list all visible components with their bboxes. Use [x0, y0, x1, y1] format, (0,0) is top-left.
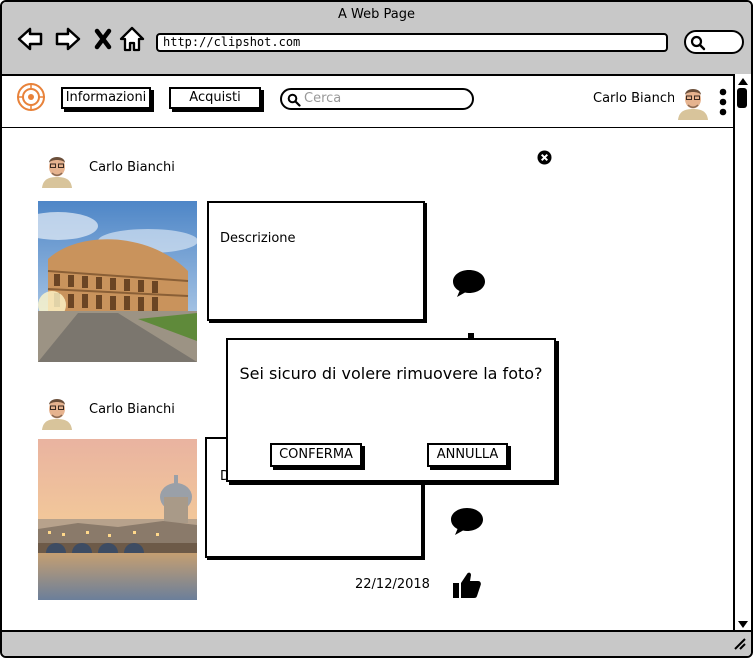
scroll-up-icon[interactable]	[737, 76, 749, 86]
stop-x-icon[interactable]	[92, 24, 120, 54]
confirm-button[interactable]: CONFERMA	[270, 443, 362, 467]
nav-informazioni-button[interactable]: Informazioni	[61, 87, 151, 109]
post-description: Descrizione	[220, 231, 296, 246]
back-arrow-icon[interactable]	[16, 24, 44, 54]
colosseum-photo	[38, 201, 197, 362]
confirm-remove-dialog: Sei sicuro di volere rimuovere la foto? …	[226, 338, 556, 482]
vertical-dots-icon[interactable]	[718, 88, 728, 116]
scroll-thumb[interactable]	[737, 88, 747, 108]
search-placeholder: Cerca	[304, 91, 342, 106]
speech-bubble-icon[interactable]	[450, 506, 484, 536]
vertical-scrollbar[interactable]	[733, 74, 751, 634]
search-input[interactable]: Cerca	[280, 88, 474, 110]
post-avatar[interactable]	[38, 392, 76, 430]
browser-search-field[interactable]	[684, 30, 744, 54]
cancel-button[interactable]: ANNULLA	[427, 443, 508, 467]
resize-grip-icon[interactable]	[733, 638, 747, 650]
home-icon[interactable]	[118, 24, 146, 54]
close-circle-icon[interactable]	[537, 150, 552, 165]
search-icon	[287, 93, 301, 107]
post-date: 22/12/2018	[355, 577, 430, 592]
url-input[interactable]: http://clipshot.com	[156, 33, 668, 52]
status-bar	[2, 630, 751, 656]
post-description-box[interactable]: Descrizione	[207, 201, 425, 321]
header-user-name[interactable]: Carlo Bianchi	[593, 91, 679, 106]
dialog-message: Sei sicuro di volere rimuovere la foto?	[239, 364, 543, 383]
search-icon	[690, 35, 706, 51]
forward-arrow-icon[interactable]	[54, 24, 82, 54]
rome-skyline-photo	[38, 439, 197, 600]
thumbs-up-icon[interactable]	[452, 570, 482, 600]
post-author-name[interactable]: Carlo Bianchi	[89, 402, 175, 417]
post-author-name[interactable]: Carlo Bianchi	[89, 160, 175, 175]
browser-toolbar: A Web Page http://clipshot.com	[2, 2, 751, 76]
post-avatar[interactable]	[38, 150, 76, 188]
speech-bubble-icon[interactable]	[452, 268, 486, 298]
scroll-down-icon[interactable]	[737, 620, 749, 630]
target-logo-icon[interactable]	[16, 82, 46, 112]
header-avatar[interactable]	[674, 82, 712, 120]
nav-acquisti-button[interactable]: Acquisti	[169, 87, 261, 109]
header-divider	[2, 127, 735, 128]
window-title: A Web Page	[338, 7, 415, 22]
